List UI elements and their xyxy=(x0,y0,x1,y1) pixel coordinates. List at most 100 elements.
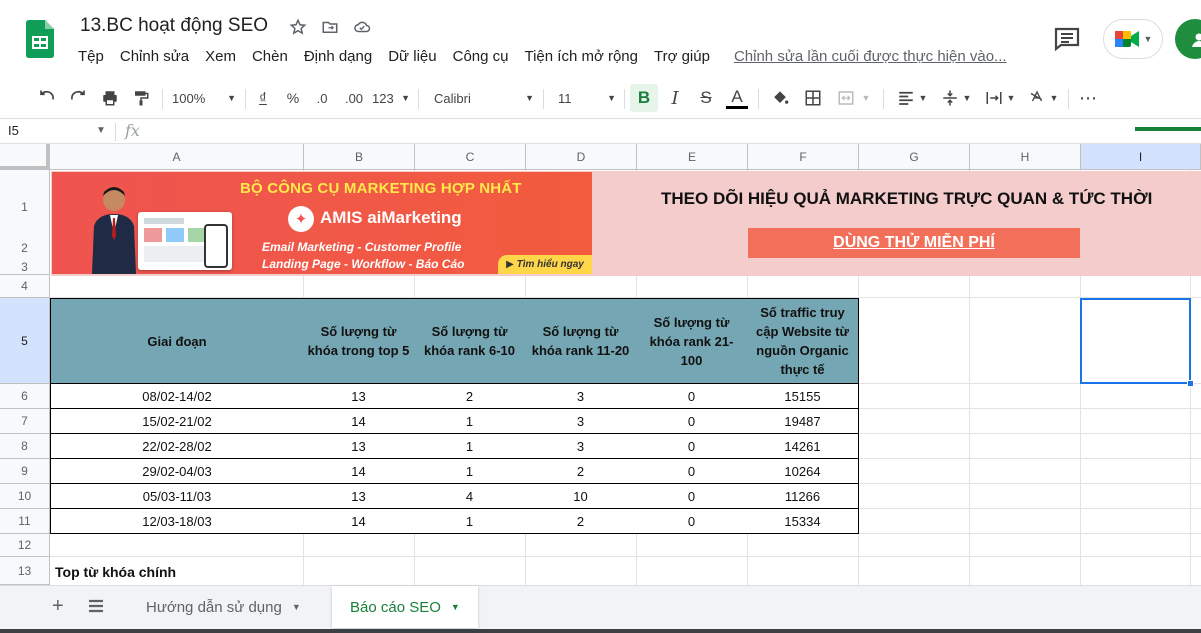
table-cell[interactable]: 2 xyxy=(525,459,637,484)
menu-file[interactable]: Tệp xyxy=(78,48,104,65)
table-cell[interactable]: 15334 xyxy=(747,509,859,534)
table-cell[interactable]: 4 xyxy=(414,484,526,509)
text-rotation-icon[interactable]: ▼ xyxy=(1024,77,1062,119)
table-cell[interactable]: 1 xyxy=(414,434,526,459)
move-to-folder-icon[interactable] xyxy=(319,16,341,38)
table-cell[interactable]: 0 xyxy=(636,384,748,409)
chevron-down-icon[interactable]: ▼ xyxy=(451,602,460,612)
table-cell[interactable]: 15155 xyxy=(747,384,859,409)
column-header-a[interactable]: A xyxy=(50,144,304,170)
column-header-e[interactable]: E xyxy=(637,144,748,170)
spreadsheet-grid[interactable]: A B C D E F G H I 1 2 3 4 5 6 7 8 9 10 1… xyxy=(0,144,1201,585)
text-wrapping-icon[interactable]: ▼ xyxy=(981,77,1019,119)
row-header-13[interactable]: 13 xyxy=(0,557,50,585)
row-header-7[interactable]: 7 xyxy=(0,409,50,434)
column-header-g[interactable]: G xyxy=(859,144,970,170)
menu-format[interactable]: Định dạng xyxy=(304,48,372,65)
header-rank-11-20[interactable]: Số lượng từ khóa rank 11-20 xyxy=(525,298,637,384)
menu-extensions[interactable]: Tiện ích mở rộng xyxy=(524,48,638,65)
table-cell[interactable]: 1 xyxy=(414,509,526,534)
table-cell[interactable]: 0 xyxy=(636,459,748,484)
menu-edit[interactable]: Chỉnh sửa xyxy=(120,48,189,65)
table-cell[interactable]: 1 xyxy=(414,409,526,434)
column-header-i[interactable]: I xyxy=(1081,144,1201,170)
table-cell[interactable]: 0 xyxy=(636,409,748,434)
table-cell[interactable]: 08/02-14/02 xyxy=(50,384,304,409)
promo-banner[interactable]: BỘ CÔNG CỤ MARKETING HỢP NHẤT ✦ AMIS aiM… xyxy=(52,172,592,274)
google-sheets-logo-icon[interactable] xyxy=(26,20,54,58)
meet-button[interactable]: ▼ xyxy=(1103,19,1163,59)
add-sheet-icon[interactable]: + xyxy=(52,595,64,618)
star-icon[interactable] xyxy=(287,16,309,38)
increase-decimal-button[interactable]: .00 xyxy=(340,77,368,119)
tab-bao-cao-seo[interactable]: Báo cáo SEO ▼ xyxy=(332,586,478,628)
table-cell[interactable]: 22/02-28/02 xyxy=(50,434,304,459)
select-all-corner[interactable] xyxy=(0,144,50,170)
menu-help[interactable]: Trợ giúp xyxy=(654,48,710,65)
more-tools-button[interactable]: ⋯ xyxy=(1076,77,1100,119)
menu-view[interactable]: Xem xyxy=(205,48,236,65)
table-cell[interactable]: 14 xyxy=(303,509,415,534)
selected-cell-i5[interactable] xyxy=(1080,298,1191,384)
table-cell[interactable]: 3 xyxy=(525,409,637,434)
header-rank-21-100[interactable]: Số lượng từ khóa rank 21-100 xyxy=(636,298,748,384)
table-cell[interactable]: 13 xyxy=(303,434,415,459)
table-cell[interactable]: 14 xyxy=(303,409,415,434)
table-cell[interactable]: 0 xyxy=(636,509,748,534)
table-cell[interactable]: 1 xyxy=(414,459,526,484)
table-cell[interactable]: 10 xyxy=(525,484,637,509)
vertical-align-icon[interactable]: ▼ xyxy=(937,77,975,119)
last-edit-link[interactable]: Chỉnh sửa lần cuối được thực hiện vào... xyxy=(734,48,1007,65)
table-cell[interactable]: 3 xyxy=(525,384,637,409)
table-cell[interactable]: 10264 xyxy=(747,459,859,484)
table-cell[interactable]: 3 xyxy=(525,434,637,459)
font-size-select[interactable]: 11 ▼ xyxy=(558,77,616,119)
all-sheets-menu-icon[interactable] xyxy=(86,596,106,616)
column-header-h[interactable]: H xyxy=(970,144,1081,170)
font-family-select[interactable]: Calibri ▼ xyxy=(434,77,534,119)
column-header-b[interactable]: B xyxy=(304,144,415,170)
undo-icon[interactable] xyxy=(36,77,58,119)
name-box[interactable]: I5 xyxy=(8,123,19,138)
header-top5[interactable]: Số lượng từ khóa trong top 5 xyxy=(303,298,415,384)
tab-huong-dan-su-dung[interactable]: Hướng dẫn sử dụng ▼ xyxy=(128,586,319,628)
table-cell[interactable]: 0 xyxy=(636,484,748,509)
header-period[interactable]: Giai đoạn xyxy=(50,298,304,384)
row-header-6[interactable]: 6 xyxy=(0,384,50,409)
menu-data[interactable]: Dữ liệu xyxy=(388,48,436,65)
header-organic-traffic[interactable]: Số traffic truy cập Website từ nguồn Org… xyxy=(747,298,859,384)
borders-icon[interactable] xyxy=(801,77,825,119)
share-button[interactable] xyxy=(1175,19,1201,59)
table-cell[interactable]: 12/03-18/03 xyxy=(50,509,304,534)
horizontal-align-icon[interactable]: ▼ xyxy=(893,77,931,119)
free-trial-link[interactable]: DÙNG THỬ MIỄN PHÍ xyxy=(748,228,1080,258)
table-cell[interactable]: 15/02-21/02 xyxy=(50,409,304,434)
fill-handle[interactable] xyxy=(1187,380,1194,387)
promo-learn-more-button[interactable]: ▶ Tìm hiểu ngay xyxy=(498,255,592,274)
fill-color-icon[interactable] xyxy=(768,77,792,119)
row-header-4[interactable]: 4 xyxy=(0,275,50,298)
merge-cells-icon[interactable]: ▼ xyxy=(833,77,873,119)
column-header-d[interactable]: D xyxy=(526,144,637,170)
table-cell[interactable]: 0 xyxy=(636,434,748,459)
row-header-12[interactable]: 12 xyxy=(0,534,50,557)
text-color-button[interactable]: A xyxy=(725,77,749,119)
chevron-down-icon[interactable]: ▼ xyxy=(292,602,301,612)
table-cell[interactable]: 13 xyxy=(303,484,415,509)
row-header-9[interactable]: 9 xyxy=(0,459,50,484)
table-cell[interactable]: 13 xyxy=(303,384,415,409)
row-header-11[interactable]: 11 xyxy=(0,509,50,534)
menu-tools[interactable]: Công cụ xyxy=(453,48,509,65)
table-cell[interactable]: 2 xyxy=(414,384,526,409)
section-heading-top-keywords[interactable]: Top từ khóa chính xyxy=(55,564,176,580)
cloud-status-icon[interactable] xyxy=(351,16,373,38)
table-cell[interactable]: 2 xyxy=(525,509,637,534)
redo-icon[interactable] xyxy=(67,77,89,119)
row-header-5[interactable]: 5 xyxy=(0,298,50,384)
percent-format-button[interactable]: % xyxy=(282,77,304,119)
table-cell[interactable]: 29/02-04/03 xyxy=(50,459,304,484)
table-cell[interactable]: 14 xyxy=(303,459,415,484)
table-cell[interactable]: 19487 xyxy=(747,409,859,434)
bold-button[interactable]: B xyxy=(630,84,658,112)
decrease-decimal-button[interactable]: .0 xyxy=(311,77,333,119)
